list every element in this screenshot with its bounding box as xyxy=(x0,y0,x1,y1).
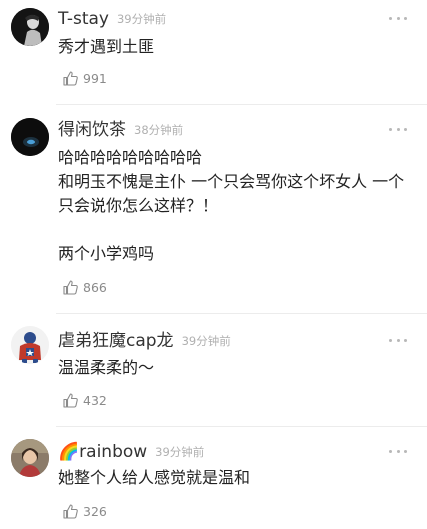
comment-item: 🌈rainbow 39分钟前 她整个人给人感觉就是温和 326 xyxy=(0,427,427,529)
author-name[interactable]: T-stay xyxy=(58,9,109,29)
like-count: 866 xyxy=(83,280,107,295)
more-options-icon[interactable] xyxy=(389,126,407,132)
portrait-photo-avatar-icon[interactable] xyxy=(11,439,49,477)
more-options-icon[interactable] xyxy=(389,448,407,454)
author-name[interactable]: 虐弟狂魔cap龙 xyxy=(58,331,174,351)
like-button[interactable]: 866 xyxy=(62,279,107,296)
thumbs-up-icon xyxy=(63,71,78,86)
like-button[interactable]: 432 xyxy=(62,392,107,409)
author-name[interactable]: 🌈rainbow xyxy=(58,442,147,462)
more-options-icon[interactable] xyxy=(389,337,407,343)
comment-author[interactable]: T-stay 39分钟前 xyxy=(58,9,166,29)
comment-time: 39分钟前 xyxy=(116,12,167,26)
comment-text: 温温柔柔的～ xyxy=(58,358,155,377)
like-count: 432 xyxy=(83,393,107,408)
like-button[interactable]: 991 xyxy=(62,70,107,87)
like-button[interactable]: 326 xyxy=(62,503,107,520)
like-count: 326 xyxy=(83,504,107,519)
like-count: 991 xyxy=(83,71,107,86)
comment-item: 虐弟狂魔cap龙 39分钟前 温温柔柔的～ 432 xyxy=(0,314,427,426)
comment-time: 38分钟前 xyxy=(134,123,184,137)
comment-author[interactable]: 🌈rainbow 39分钟前 xyxy=(58,442,204,462)
comment-text: 哈哈哈哈哈哈哈哈哈 和明玉不愧是主仆 一个只会骂你这个坏女人 一个只会说你怎么这… xyxy=(58,148,405,263)
thumbs-up-icon xyxy=(63,504,78,519)
thumbs-up-icon xyxy=(63,280,78,295)
thumbs-up-icon xyxy=(63,393,78,408)
comment-time: 39分钟前 xyxy=(181,334,231,348)
dark-portrait-avatar-icon[interactable] xyxy=(11,8,49,46)
comment-item: T-stay 39分钟前 秀才遇到土匪 991 xyxy=(0,0,427,104)
comment-text: 秀才遇到土匪 xyxy=(58,37,155,56)
comment-time: 39分钟前 xyxy=(155,445,205,459)
captain-america-avatar-icon[interactable] xyxy=(11,326,49,364)
comment-item: 得闲饮茶 38分钟前 哈哈哈哈哈哈哈哈哈 和明玉不愧是主仆 一个只会骂你这个坏女人… xyxy=(0,105,427,313)
more-options-icon[interactable] xyxy=(389,15,407,21)
comment-text: 她整个人给人感觉就是温和 xyxy=(58,468,251,487)
dark-lamp-avatar-icon[interactable] xyxy=(11,118,49,156)
comment-author[interactable]: 虐弟狂魔cap龙 39分钟前 xyxy=(58,331,231,351)
author-name[interactable]: 得闲饮茶 xyxy=(58,120,126,140)
comment-author[interactable]: 得闲饮茶 38分钟前 xyxy=(58,120,183,140)
